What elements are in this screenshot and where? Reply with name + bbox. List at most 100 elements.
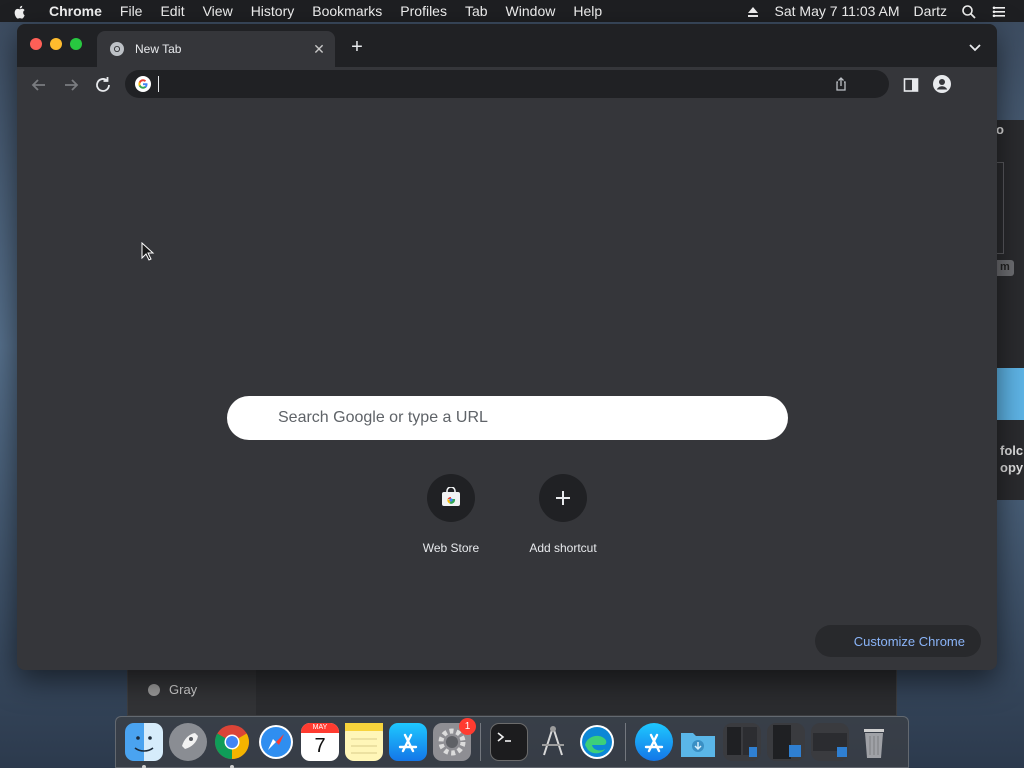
dock-terminal[interactable]	[490, 723, 528, 761]
address-input[interactable]	[159, 74, 819, 94]
menu-profiles[interactable]: Profiles	[391, 3, 456, 19]
menu-history[interactable]: History	[242, 3, 304, 19]
menu-bookmarks[interactable]: Bookmarks	[303, 3, 391, 19]
background-window-right: o m folc opy	[996, 120, 1024, 500]
new-tab-page: Web Store Add shortcut Customize Chrome	[17, 102, 997, 670]
shortcut-icon-circle	[427, 474, 475, 522]
tab-new-tab[interactable]: New Tab ✕	[97, 31, 335, 67]
address-bar[interactable]	[125, 70, 889, 98]
calendar-day: 7	[314, 735, 326, 757]
chrome-favicon-icon	[110, 42, 124, 56]
app-store-icon	[644, 733, 664, 753]
menu-view[interactable]: View	[194, 3, 242, 19]
shortcut-web-store[interactable]: Web Store	[395, 474, 507, 574]
search-input[interactable]	[278, 409, 758, 427]
background-window-frame	[996, 162, 1004, 254]
customize-chrome-button[interactable]: Customize Chrome	[815, 625, 981, 657]
tab-search-chevron-icon[interactable]	[967, 39, 983, 55]
window-zoom-button[interactable]	[70, 38, 82, 50]
screenshot-stack-icon	[813, 733, 847, 757]
desktop-stack-icon	[773, 725, 801, 759]
background-sidebar: Gray	[128, 669, 256, 715]
dock-app-store[interactable]	[389, 723, 427, 761]
background-window-bottom: Gray	[127, 668, 897, 716]
tab-strip: New Tab ✕ +	[17, 24, 997, 67]
dock-safari[interactable]	[257, 723, 295, 761]
script-editor-icon	[542, 726, 564, 756]
mouse-pointer-icon	[141, 242, 155, 261]
shortcut-label: Web Store	[422, 541, 480, 555]
shortcut-add[interactable]: Add shortcut	[507, 474, 619, 574]
background-window-text-2: m	[1000, 261, 1010, 273]
menu-app-name[interactable]: Chrome	[40, 3, 111, 19]
spotlight-icon[interactable]	[954, 2, 984, 19]
control-center-icon[interactable]	[984, 2, 1014, 19]
safari-compass-icon	[259, 725, 293, 759]
menu-extras: Sat May 7 11:03 AM Dartz	[738, 2, 1024, 19]
dock-chrome[interactable]	[213, 723, 251, 768]
downloads-folder-icon	[681, 733, 715, 757]
window-close-button[interactable]	[30, 38, 42, 50]
background-window-text-1: o	[996, 122, 1004, 137]
menu-clock[interactable]: Sat May 7 11:03 AM	[768, 3, 907, 19]
menu-edit[interactable]: Edit	[151, 3, 193, 19]
tab-close-icon[interactable]: ✕	[311, 41, 327, 57]
edge-icon	[580, 725, 614, 759]
menu-window[interactable]: Window	[497, 3, 565, 19]
back-arrow-icon[interactable]	[27, 73, 51, 97]
app-store-icon	[398, 733, 418, 753]
background-window-folder-tile	[996, 368, 1024, 420]
eject-icon[interactable]	[738, 2, 768, 19]
menu-tab[interactable]: Tab	[456, 3, 497, 19]
shortcut-label: Add shortcut	[529, 541, 597, 555]
calendar-month: MAY	[301, 723, 339, 733]
side-panel-icon[interactable]	[902, 76, 920, 94]
dock-finder[interactable]	[125, 723, 163, 768]
rocket-icon	[182, 733, 198, 749]
dock-calendar[interactable]: MAY 7	[301, 723, 339, 761]
dock-documents-stack[interactable]	[723, 723, 761, 761]
dock-script-editor[interactable]	[534, 723, 572, 761]
gray-tag-icon	[148, 684, 160, 696]
dock-edge[interactable]	[578, 723, 616, 761]
trash-icon	[864, 729, 884, 758]
documents-stack-icon	[727, 727, 757, 757]
shortcut-icon-circle	[539, 474, 587, 522]
dock-notes[interactable]	[345, 723, 383, 761]
dock-app-store-2[interactable]	[635, 723, 673, 761]
dock-separator	[625, 723, 626, 761]
forward-arrow-icon[interactable]	[59, 73, 83, 97]
dock-system-preferences[interactable]: 1	[433, 718, 476, 761]
dock: MAY 7 1	[115, 716, 909, 768]
menu-help[interactable]: Help	[564, 3, 611, 19]
dock-trash[interactable]	[855, 723, 893, 761]
background-window-text-4: opy	[1000, 460, 1024, 475]
chrome-window: New Tab ✕ + Search Google or type a URL …	[17, 24, 997, 670]
finder-icon	[134, 736, 154, 752]
menu-user[interactable]: Dartz	[907, 3, 954, 19]
web-store-icon	[442, 487, 460, 506]
notification-badge: 1	[459, 718, 476, 735]
window-minimize-button[interactable]	[50, 38, 62, 50]
plus-icon	[556, 491, 570, 505]
background-window-text-3: folc	[1000, 443, 1024, 458]
chrome-icon	[215, 725, 249, 759]
dock-separator	[480, 723, 481, 761]
menu-bar: Chrome File Edit View History Bookmarks …	[0, 0, 1024, 22]
dock-launchpad[interactable]	[169, 723, 207, 761]
sidebar-item-gray[interactable]: Gray	[169, 682, 197, 697]
profile-avatar-icon[interactable]	[932, 74, 952, 94]
menu-file[interactable]: File	[111, 3, 152, 19]
notes-icon	[345, 723, 383, 754]
browser-toolbar	[17, 67, 997, 102]
tab-title: New Tab	[135, 42, 182, 56]
dock-downloads[interactable]	[679, 723, 717, 761]
dock-screenshot-stack[interactable]	[811, 723, 849, 761]
reload-icon[interactable]	[91, 73, 115, 97]
google-search-box[interactable]	[227, 396, 788, 440]
apple-icon[interactable]	[0, 2, 40, 19]
new-tab-button[interactable]: +	[346, 37, 368, 59]
share-icon[interactable]	[833, 76, 849, 92]
dock-desktop-stack[interactable]	[767, 723, 805, 761]
terminal-icon	[497, 732, 511, 742]
